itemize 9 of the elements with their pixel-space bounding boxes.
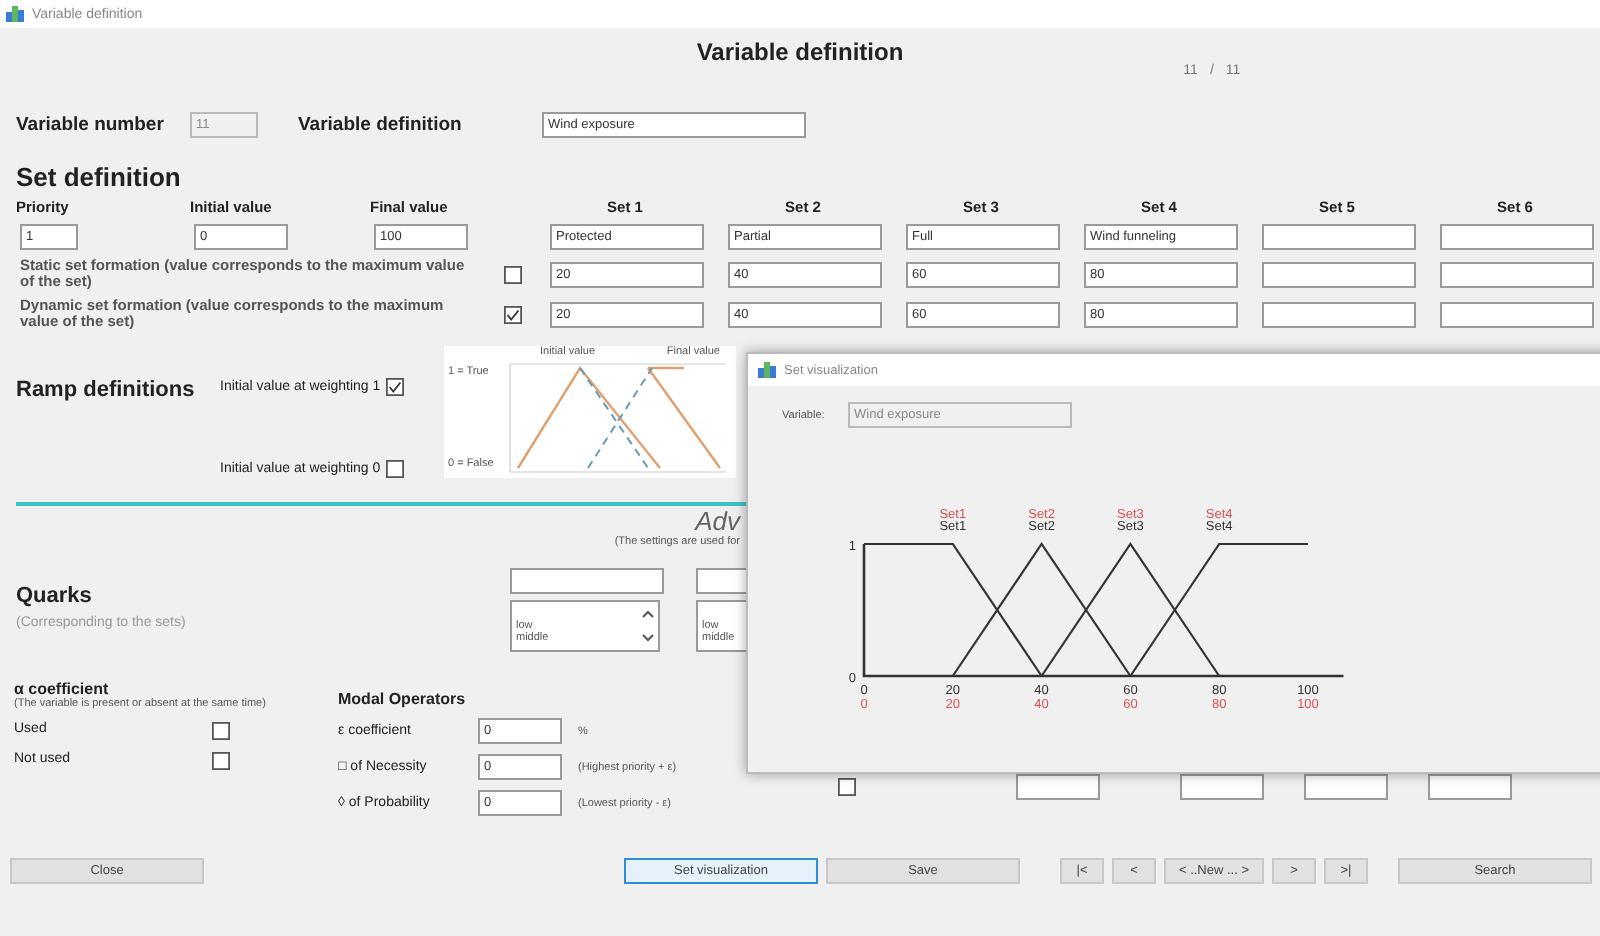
section-title: Modal Operators: [338, 690, 468, 708]
form-heading: Variable definition: [696, 36, 904, 70]
section-title: α coefficient: [14, 680, 111, 698]
section-title: Set definition: [14, 162, 183, 192]
section-title: Ramp definitions: [16, 376, 197, 406]
section-title: Quarks: [16, 582, 94, 608]
field-label: Variable definition: [298, 114, 464, 136]
section-title: Adv: [695, 506, 740, 536]
field-label: Variable number: [16, 114, 166, 136]
